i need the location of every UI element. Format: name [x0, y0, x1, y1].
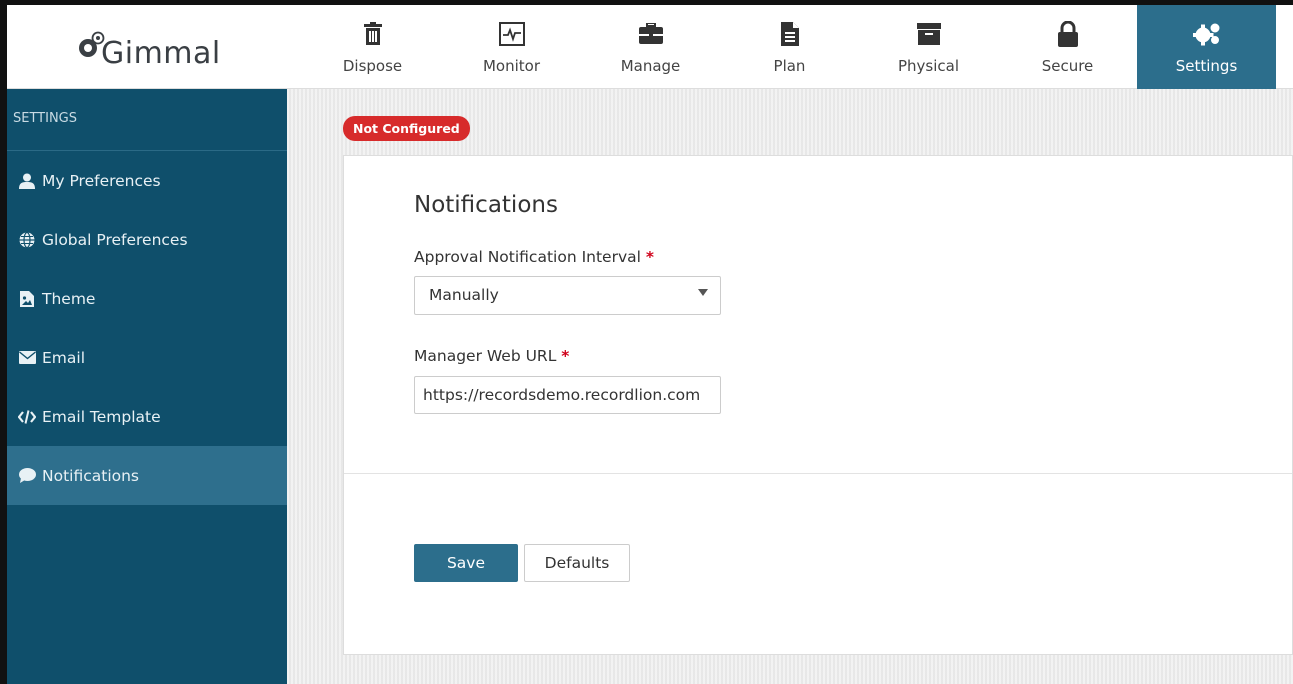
code-icon [18, 408, 36, 426]
card-divider [344, 473, 1292, 474]
sidebar-item-email[interactable]: Email [7, 328, 287, 387]
required-marker: * [561, 347, 570, 365]
image-file-icon [18, 290, 36, 308]
briefcase-icon [638, 19, 664, 49]
nav-label: Physical [897, 57, 960, 75]
brand-logo[interactable]: Gimmal [77, 21, 221, 71]
lock-icon [1057, 19, 1078, 49]
sidebar-item-notifications[interactable]: Notifications [7, 446, 287, 505]
archive-box-icon [916, 19, 941, 49]
nav-label: Settings [1175, 57, 1238, 75]
nav-label: Dispose [342, 57, 403, 75]
required-marker: * [645, 248, 654, 266]
gear-logo-icon [77, 31, 105, 59]
interval-label-text: Approval Notification Interval [414, 248, 641, 266]
nav-label: Monitor [482, 57, 541, 75]
interval-field-label: Approval Notification Interval * [414, 248, 654, 266]
defaults-button[interactable]: Defaults [524, 544, 630, 582]
gears-icon [1192, 19, 1221, 49]
save-button[interactable]: Save [414, 544, 518, 582]
sidebar-item-global-preferences[interactable]: Global Preferences [7, 210, 287, 269]
nav-plan[interactable]: Plan [720, 5, 859, 89]
top-bar: Gimmal Dispose Monitor Manage Plan Physi… [7, 5, 1293, 89]
url-field-label: Manager Web URL * [414, 347, 569, 365]
sidebar-item-label: My Preferences [42, 171, 161, 190]
nav-label: Manage [620, 57, 681, 75]
sidebar-item-label: Notifications [42, 466, 140, 485]
nav-manage[interactable]: Manage [581, 5, 720, 89]
main-content: Not Configured Notifications Approval No… [287, 89, 1293, 684]
url-label-text: Manager Web URL [414, 347, 557, 365]
envelope-icon [18, 349, 36, 367]
nav-physical[interactable]: Physical [859, 5, 998, 89]
brand-name: Gimmal [101, 36, 221, 71]
sidebar-item-label: Theme [42, 289, 96, 308]
sidebar-item-email-template[interactable]: Email Template [7, 387, 287, 446]
sidebar-header: SETTINGS [7, 89, 287, 151]
nav-settings[interactable]: Settings [1137, 5, 1276, 89]
globe-icon [18, 231, 36, 249]
sidebar-item-theme[interactable]: Theme [7, 269, 287, 328]
approval-interval-select[interactable]: Manually [414, 276, 721, 315]
document-icon [780, 19, 799, 49]
status-badge: Not Configured [343, 116, 470, 141]
sidebar-item-my-preferences[interactable]: My Preferences [7, 151, 287, 210]
settings-sidebar: SETTINGS My Preferences Global Preferenc… [7, 89, 287, 684]
sidebar-item-label: Email [42, 348, 86, 367]
manager-web-url-input[interactable] [414, 376, 721, 414]
main-nav: Dispose Monitor Manage Plan Physical Sec… [303, 5, 1276, 89]
sidebar-item-label: Email Template [42, 407, 161, 426]
nav-secure[interactable]: Secure [998, 5, 1137, 89]
caret-down-icon [698, 289, 708, 296]
trash-icon [363, 19, 383, 49]
sidebar-item-label: Global Preferences [42, 230, 188, 249]
monitor-icon [498, 19, 525, 49]
nav-label: Secure [1041, 57, 1094, 75]
app-window: Gimmal Dispose Monitor Manage Plan Physi… [0, 0, 1293, 684]
comment-icon [18, 467, 36, 485]
user-icon [18, 172, 36, 190]
nav-dispose[interactable]: Dispose [303, 5, 442, 89]
nav-monitor[interactable]: Monitor [442, 5, 581, 89]
notifications-card: Notifications Approval Notification Inte… [343, 155, 1293, 655]
page-title: Notifications [414, 192, 558, 218]
select-value: Manually [429, 286, 499, 304]
nav-label: Plan [773, 57, 806, 75]
